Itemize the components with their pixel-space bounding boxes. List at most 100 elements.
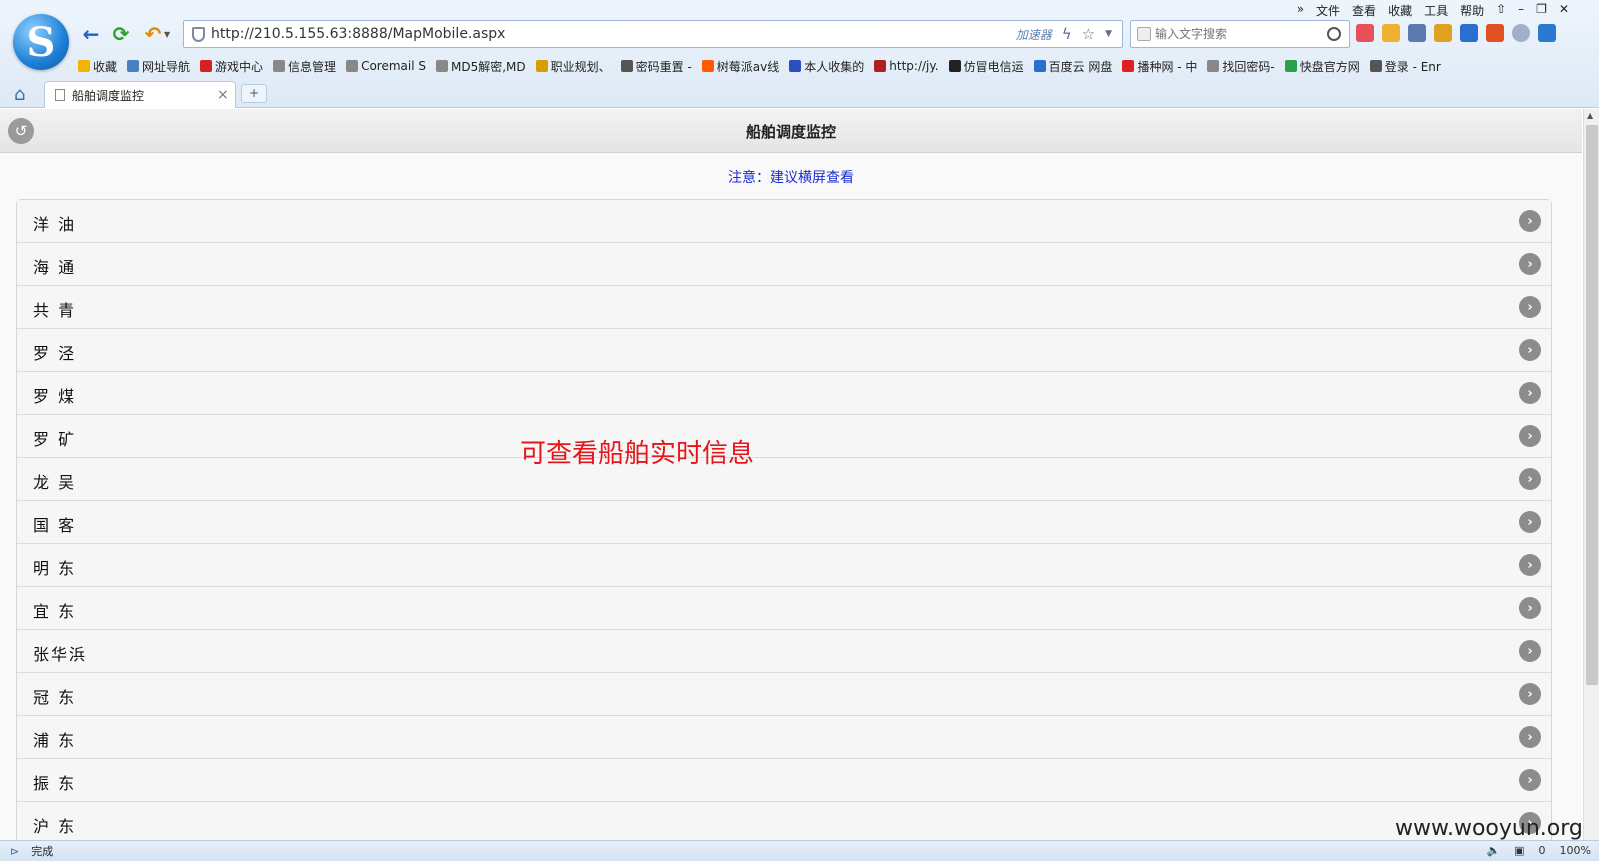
chevron-right-icon[interactable]: ›	[1519, 382, 1541, 404]
menu-file[interactable]: 文件	[1316, 2, 1340, 19]
bookmark-item[interactable]: MD5解密,MD	[435, 56, 526, 76]
page-viewport: ↺ 船舶调度监控 注意：建议横屏查看 洋 油 › 海 通 › 共 青 › 罗 泾 › 罗 煤 › 罗…	[0, 109, 1582, 840]
bookmark-item[interactable]: 信息管理	[273, 56, 336, 76]
restore-icon[interactable]: ❐	[1536, 2, 1547, 19]
bookmark-item[interactable]: 播种网 - 中	[1122, 56, 1197, 76]
back-button[interactable]: ←	[78, 22, 104, 46]
minimize-icon[interactable]: –	[1518, 2, 1524, 19]
chevron-right-icon[interactable]: ›	[1519, 511, 1541, 533]
bookmark-item[interactable]: 树莓派av线	[701, 56, 779, 76]
menu-favorites[interactable]: 收藏	[1388, 2, 1412, 19]
undo-dropdown-icon[interactable]: ▼	[164, 30, 170, 39]
tab-close-icon[interactable]: ×	[217, 87, 235, 103]
ship-list-item[interactable]: 罗 煤 ›	[17, 372, 1551, 415]
accelerator-label[interactable]: 加速器	[1016, 26, 1052, 43]
toolbar-icons	[1356, 24, 1556, 42]
translate-icon[interactable]	[1382, 24, 1400, 42]
bookmark-label: 网址导航	[142, 59, 191, 74]
more-icon[interactable]	[1512, 24, 1530, 42]
ship-name: 振 东	[33, 774, 77, 793]
screenshot-icon[interactable]	[1356, 24, 1374, 42]
bookmark-item[interactable]: 收藏	[78, 56, 117, 76]
ship-list-item[interactable]: 冠 东 ›	[17, 673, 1551, 716]
page-icon	[273, 60, 286, 72]
chevron-right-icon[interactable]: ›	[1519, 597, 1541, 619]
ship-list-item[interactable]: 张华浜 ›	[17, 630, 1551, 673]
chevron-right-icon[interactable]: ›	[1519, 339, 1541, 361]
ship-list-item[interactable]: 洋 油 ›	[17, 200, 1551, 243]
bookmark-item[interactable]: 网址导航	[127, 56, 190, 76]
annotation-text: 可查看船舶实时信息	[520, 439, 755, 469]
bookmark-item[interactable]: 本人收集的	[789, 56, 864, 76]
ship-name: 海 通	[33, 258, 77, 277]
search-engine-icon[interactable]	[1137, 27, 1151, 41]
chevron-right-icon[interactable]: ›	[1519, 210, 1541, 232]
home-icon[interactable]: ⌂	[14, 84, 25, 105]
address-dropdown-icon[interactable]: ▼	[1105, 29, 1112, 39]
menu-expand-icon[interactable]: »	[1297, 2, 1304, 19]
refresh-button[interactable]: ⟳	[108, 22, 134, 46]
undo-close-button[interactable]: ↶	[140, 22, 166, 46]
ship-list-item[interactable]: 沪 东 ›	[17, 802, 1551, 840]
ship-list-item[interactable]: 浦 东 ›	[17, 716, 1551, 759]
bookmark-item[interactable]: 游戏中心	[200, 56, 263, 76]
address-bar[interactable]: http://210.5.155.63:8888/MapMobile.aspx …	[183, 20, 1123, 48]
bookmark-item[interactable]: http://jy.	[874, 56, 939, 76]
ship-list-item[interactable]: 海 通 ›	[17, 243, 1551, 286]
new-tab-button[interactable]: +	[241, 84, 267, 103]
ship-list-item[interactable]: 明 东 ›	[17, 544, 1551, 587]
url-input[interactable]: http://210.5.155.63:8888/MapMobile.aspx	[211, 26, 1016, 42]
scroll-up-icon[interactable]: ▲	[1587, 111, 1593, 120]
chevron-right-icon[interactable]: ›	[1519, 468, 1541, 490]
tab-active[interactable]: 船舶调度监控 ×	[44, 81, 236, 108]
search-box[interactable]	[1130, 20, 1350, 48]
ship-list-item[interactable]: 罗 泾 ›	[17, 329, 1551, 372]
ship-list-item[interactable]: 宜 东 ›	[17, 587, 1551, 630]
bookmark-item[interactable]: 密码重置 -	[620, 56, 692, 76]
ship-list-item[interactable]: 龙 吴 ›	[17, 458, 1551, 501]
chevron-right-icon[interactable]: ›	[1519, 769, 1541, 791]
chevron-right-icon[interactable]: ›	[1519, 554, 1541, 576]
ship-list-item[interactable]: 国 客 ›	[17, 501, 1551, 544]
bookmark-item[interactable]: 仿冒电信运	[948, 56, 1024, 76]
bookmark-item[interactable]: 职业规划、	[535, 56, 611, 76]
vertical-scrollbar[interactable]: ▲	[1583, 109, 1599, 840]
favorite-star-icon[interactable]: ☆	[1082, 25, 1095, 43]
extension-icon[interactable]: ▣	[1514, 844, 1524, 857]
download-icon[interactable]	[1538, 24, 1556, 42]
bookmark-item[interactable]: 百度云 网盘	[1033, 56, 1112, 76]
chevron-right-icon[interactable]: ›	[1519, 640, 1541, 662]
key-icon[interactable]	[1434, 24, 1452, 42]
close-window-icon[interactable]: ✕	[1559, 2, 1569, 19]
weibo-icon[interactable]	[1486, 24, 1504, 42]
scroll-thumb[interactable]	[1586, 125, 1598, 685]
ship-list-item[interactable]: 罗 矿 ›	[17, 415, 1551, 458]
volume-icon[interactable]: 🔈	[1486, 844, 1500, 857]
bookmark-item[interactable]: 登录 - Enr	[1369, 56, 1441, 76]
zoom-level[interactable]: 100%	[1560, 844, 1591, 857]
menu-help[interactable]: 帮助	[1460, 2, 1484, 19]
bookmark-item[interactable]: Coremail S	[346, 56, 426, 76]
chevron-right-icon[interactable]: ›	[1519, 726, 1541, 748]
bookmark-item[interactable]: 快盘官方网	[1284, 56, 1360, 76]
bookmark-item[interactable]: 找回密码-	[1207, 56, 1275, 76]
blocked-count[interactable]: 0	[1539, 844, 1546, 857]
ship-list-item[interactable]: 振 东 ›	[17, 759, 1551, 802]
search-icon[interactable]	[1327, 27, 1341, 41]
menu-view[interactable]: 查看	[1352, 2, 1376, 19]
skin-icon[interactable]: ⇧	[1496, 2, 1506, 19]
search-input[interactable]	[1155, 27, 1327, 41]
scissors-icon[interactable]	[1408, 24, 1426, 42]
ship-name: 冠 东	[33, 688, 77, 707]
ship-list-item[interactable]: 共 青 ›	[17, 286, 1551, 329]
lightning-icon[interactable]: ϟ	[1062, 25, 1072, 43]
menu-tools[interactable]: 工具	[1424, 2, 1448, 19]
chevron-right-icon[interactable]: ›	[1519, 683, 1541, 705]
chevron-right-icon[interactable]: ›	[1519, 253, 1541, 275]
ship-name: 明 东	[33, 559, 77, 578]
chevron-right-icon[interactable]: ›	[1519, 425, 1541, 447]
sidebar-toggle-icon[interactable]: ⊳	[10, 845, 19, 858]
menu-bar: » 文件 查看 收藏 工具 帮助 ⇧ – ❐ ✕	[1297, 2, 1569, 19]
chevron-right-icon[interactable]: ›	[1519, 296, 1541, 318]
shield-icon[interactable]	[1460, 24, 1478, 42]
